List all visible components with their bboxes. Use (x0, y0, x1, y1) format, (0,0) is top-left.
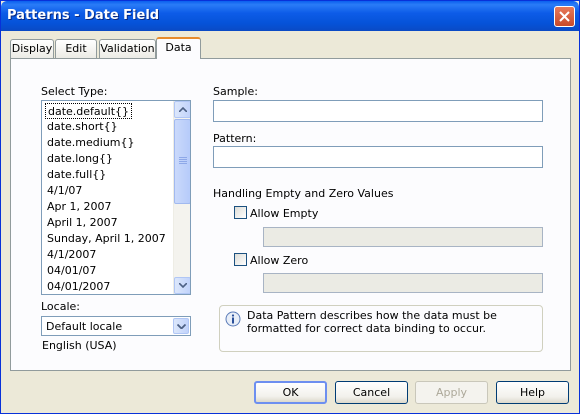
window-title: Patterns - Date Field (7, 8, 160, 23)
list-scrollbar[interactable] (173, 101, 190, 294)
list-item[interactable]: date.full{} (45, 167, 108, 183)
close-button[interactable] (554, 6, 575, 27)
list-item[interactable]: date.long{} (45, 151, 115, 167)
handling-heading: Handling Empty and Zero Values (213, 187, 394, 200)
chevron-down-icon (177, 324, 186, 329)
allow-zero-label[interactable]: Allow Zero (250, 254, 308, 267)
pattern-field[interactable] (213, 146, 543, 168)
allow-zero-field[interactable] (263, 273, 543, 293)
cancel-button[interactable]: Cancel (335, 381, 408, 404)
thumb-grip (179, 159, 187, 160)
apply-button[interactable]: Apply (415, 381, 488, 404)
locale-note: English (USA) (42, 339, 117, 352)
list-item[interactable]: 4/1/07 (45, 183, 84, 199)
locale-label: Locale: (41, 300, 80, 313)
title-bar[interactable]: Patterns - Date Field (1, 1, 579, 31)
scroll-down-button[interactable] (174, 277, 190, 294)
info-icon (225, 311, 241, 327)
dialog-window: Patterns - Date Field Display Edit Valid… (0, 0, 580, 414)
list-item[interactable]: date.short{} (45, 119, 120, 135)
ok-button[interactable]: OK (254, 381, 327, 404)
chevron-down-icon (179, 283, 187, 288)
thumb-grip (179, 163, 187, 164)
close-icon (559, 11, 570, 22)
list-item[interactable]: 04/01/2007 (45, 279, 112, 294)
allow-empty-field[interactable] (263, 227, 543, 247)
list-item[interactable]: date.default{} (45, 103, 133, 119)
allow-empty-label[interactable]: Allow Empty (250, 207, 318, 220)
tab-edit[interactable]: Edit (55, 39, 97, 58)
scroll-up-button[interactable] (174, 101, 190, 118)
info-text: Data Pattern describes how the data must… (247, 309, 497, 335)
tab-display[interactable]: Display (10, 39, 54, 58)
list-item[interactable]: date.medium{} (45, 135, 137, 151)
list-item[interactable]: Apr 1, 2007 (45, 199, 114, 215)
tab-edit-label: Edit (65, 42, 87, 55)
help-button[interactable]: Help (496, 381, 569, 404)
list-item[interactable]: Sunday, April 1, 2007 (45, 231, 168, 247)
locale-dropdown-button[interactable] (173, 318, 189, 334)
info-box: Data Pattern describes how the data must… (219, 305, 543, 352)
tab-display-label: Display (11, 42, 53, 55)
thumb-grip (179, 161, 187, 162)
locale-select[interactable]: Default locale (41, 316, 191, 336)
tab-data[interactable]: Data (156, 37, 201, 59)
sample-label: Sample: (213, 85, 258, 98)
scroll-thumb[interactable] (174, 119, 190, 204)
select-type-list[interactable]: date.default{} date.short{} date.medium{… (41, 100, 191, 295)
allow-zero-checkbox[interactable] (234, 253, 247, 266)
thumb-grip (179, 157, 187, 158)
tab-validation[interactable]: Validation (99, 39, 156, 58)
select-type-label: Select Type: (41, 85, 108, 98)
locale-value: Default locale (46, 320, 123, 333)
list-item[interactable]: 4/1/2007 (45, 247, 98, 263)
chevron-up-icon (179, 107, 187, 112)
tab-validation-label: Validation (100, 42, 155, 55)
list-item[interactable]: 04/01/07 (45, 263, 98, 279)
sample-field[interactable] (213, 100, 543, 122)
pattern-label: Pattern: (213, 132, 257, 145)
allow-empty-checkbox[interactable] (234, 206, 247, 219)
list-item[interactable]: April 1, 2007 (45, 215, 120, 231)
tab-data-label: Data (165, 41, 192, 54)
